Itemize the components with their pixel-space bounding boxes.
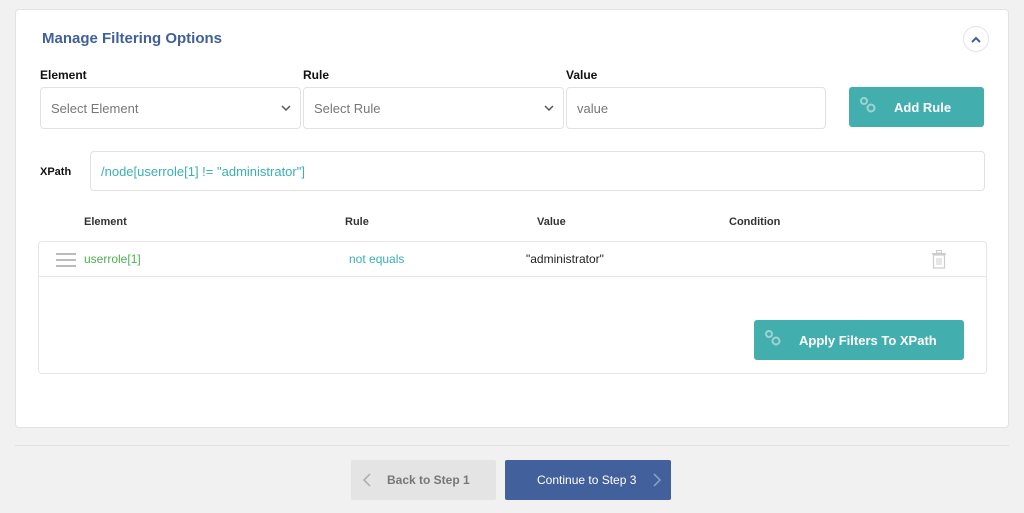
element-select-placeholder: Select Element <box>51 100 139 116</box>
gears-icon <box>860 97 876 113</box>
filtering-options-panel: Manage Filtering Options Element Select … <box>15 9 1009 428</box>
xpath-value: /node[userrole[1] != "administrator"] <box>101 163 305 179</box>
rule-label: Rule <box>303 68 330 82</box>
rule-operator: not equals <box>349 252 405 266</box>
xpath-input[interactable]: /node[userrole[1] != "administrator"] <box>90 151 985 191</box>
chevron-right-icon <box>653 473 661 487</box>
value-label: Value <box>566 68 598 82</box>
back-button[interactable]: Back to Step 1 <box>351 460 496 500</box>
element-label: Element <box>40 68 87 82</box>
column-header-element: Element <box>84 216 127 228</box>
rule-value: "administrator" <box>526 252 604 266</box>
value-input-placeholder: value <box>577 100 609 116</box>
chevron-up-icon <box>971 36 981 43</box>
element-select[interactable]: Select Element <box>40 87 301 129</box>
back-button-label: Back to Step 1 <box>387 473 470 487</box>
drag-handle-icon[interactable] <box>56 253 76 267</box>
apply-filters-button[interactable]: Apply Filters To XPath <box>754 320 964 360</box>
continue-button-label: Continue to Step 3 <box>537 473 637 487</box>
xpath-label: XPath <box>40 166 72 178</box>
collapse-button[interactable] <box>963 26 989 52</box>
panel-title: Manage Filtering Options <box>42 30 223 47</box>
column-header-condition: Condition <box>729 216 781 228</box>
footer-divider <box>15 445 1009 446</box>
chevron-down-icon <box>544 105 554 112</box>
chevron-left-icon <box>363 473 371 487</box>
chevron-down-icon <box>281 105 291 112</box>
add-rule-label: Add Rule <box>894 99 952 115</box>
column-header-rule: Rule <box>345 216 369 228</box>
continue-button[interactable]: Continue to Step 3 <box>505 460 671 500</box>
add-rule-button[interactable]: Add Rule <box>849 87 984 127</box>
rule-select[interactable]: Select Rule <box>303 87 564 129</box>
rules-list: userrole[1] not equals "administrator" A… <box>38 241 987 374</box>
rule-element: userrole[1] <box>84 252 141 266</box>
apply-filters-label: Apply Filters To XPath <box>799 332 937 348</box>
value-input[interactable]: value <box>566 87 826 129</box>
column-header-value: Value <box>537 216 566 228</box>
rule-select-placeholder: Select Rule <box>314 100 381 116</box>
gears-icon <box>765 330 781 346</box>
trash-icon[interactable] <box>931 250 947 269</box>
rule-row: userrole[1] not equals "administrator" <box>39 242 986 277</box>
